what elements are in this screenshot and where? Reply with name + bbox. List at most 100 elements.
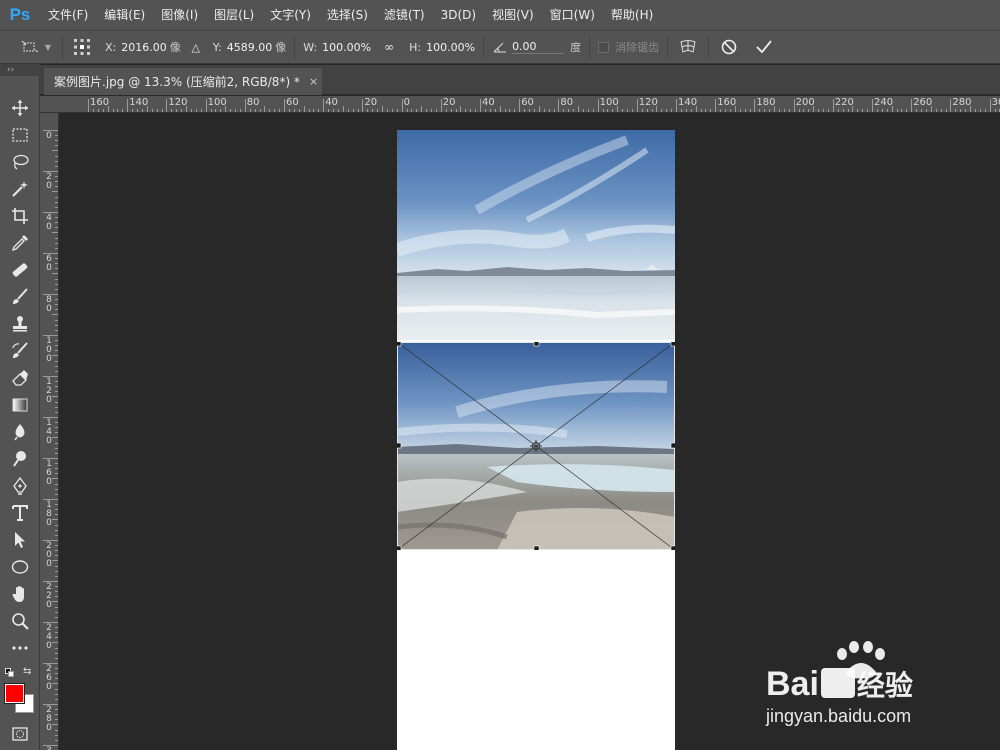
ruler-top-minor-tick (386, 109, 388, 112)
eyedropper-tool-icon[interactable] (7, 231, 33, 255)
lasso-tool-icon[interactable] (7, 150, 33, 174)
x-unit: 像 (169, 41, 181, 54)
marquee-tool-icon[interactable] (7, 123, 33, 147)
ruler-top-major-tick (872, 99, 873, 112)
link-icon[interactable]: ∞ (381, 40, 397, 54)
ruler-top-minor-tick (916, 109, 918, 112)
ruler-left-minor-tick (55, 258, 58, 260)
menu-select[interactable]: 选择(S) (319, 0, 376, 30)
angle-field[interactable]: 0.00 (512, 40, 565, 54)
horizontal-ruler[interactable]: 160 140 120 100 80 60 40 20 0 20 40 60 80 100 120 140 16… (40, 96, 1000, 113)
document-canvas[interactable] (397, 130, 675, 750)
quick-mask-icon[interactable] (7, 722, 33, 746)
default-colors-icon[interactable] (5, 668, 15, 678)
ruler-left-minor-tick (55, 263, 58, 265)
commit-transform-icon[interactable] (749, 39, 779, 55)
ruler-left-minor-tick (52, 191, 58, 193)
brush-tool-icon[interactable] (7, 285, 33, 309)
crop-tool-icon[interactable] (7, 204, 33, 228)
ruler-left-minor-tick (55, 468, 58, 470)
magic-wand-tool-icon[interactable] (7, 177, 33, 201)
ruler-top-minor-tick (813, 106, 815, 112)
menu-help[interactable]: 帮助(H) (603, 0, 661, 30)
dodge-tool-icon[interactable] (7, 447, 33, 471)
ruler-top-minor-tick (641, 109, 643, 112)
toolbar-collapse-handle[interactable]: ›› (0, 64, 40, 76)
ruler-top-minor-tick (994, 109, 996, 112)
ruler-top-minor-tick (607, 109, 609, 112)
clone-stamp-tool-icon[interactable] (7, 312, 33, 336)
ruler-left-minor-tick (52, 396, 58, 398)
pen-tool-icon[interactable] (7, 474, 33, 498)
ruler-top-minor-tick (778, 109, 780, 112)
tools-panel: ⇆ (0, 76, 40, 750)
vertical-ruler[interactable]: 0204060801001201401601802002202402602803… (40, 113, 59, 750)
ruler-top-minor-tick (568, 109, 570, 112)
h-field[interactable]: 100.00% (426, 41, 475, 54)
dropdown-arrow-icon[interactable]: ▼ (42, 43, 54, 52)
ruler-top-minor-tick (788, 109, 790, 112)
ruler-top-label: 60 (286, 97, 299, 108)
ruler-top-minor-tick (333, 109, 334, 112)
y-field[interactable]: 4589.00 (227, 41, 273, 54)
menu-view[interactable]: 视图(V) (484, 0, 542, 30)
path-selection-tool-icon[interactable] (7, 528, 33, 552)
close-icon[interactable]: × (309, 75, 318, 88)
delta-icon[interactable]: △ (189, 41, 203, 54)
healing-brush-tool-icon[interactable] (7, 258, 33, 282)
ruler-top-minor-tick (622, 109, 624, 112)
foreground-color-swatch[interactable] (4, 683, 25, 704)
ruler-left-minor-tick (55, 201, 58, 203)
ruler-left-minor-tick (55, 739, 58, 741)
ruler-top-minor-tick (661, 109, 663, 112)
document-tab[interactable]: 案例图片.jpg @ 13.3% (压缩前2, RGB/8*) * × (44, 68, 322, 95)
ruler-left-minor-tick (52, 355, 58, 357)
menu-edit[interactable]: 编辑(E) (96, 0, 153, 30)
w-field[interactable]: 100.00% (322, 41, 371, 54)
ruler-top-major-tick (558, 99, 560, 112)
ruler-top-major-tick (519, 99, 521, 112)
ruler-left-minor-tick (55, 719, 58, 721)
ruler-left-minor-tick (55, 350, 58, 352)
zoom-tool-icon[interactable] (7, 609, 33, 633)
ruler-top-minor-tick (935, 109, 937, 112)
swap-colors-icon[interactable]: ⇆ (23, 666, 31, 677)
ruler-left-minor-tick (55, 186, 58, 188)
hand-tool-icon[interactable] (7, 582, 33, 606)
menu-3d[interactable]: 3D(D) (433, 0, 484, 30)
blur-tool-icon[interactable] (7, 420, 33, 444)
history-brush-tool-icon[interactable] (7, 339, 33, 363)
menu-filter[interactable]: 滤镜(T) (376, 0, 433, 30)
reference-point-icon[interactable] (71, 38, 93, 56)
warp-icon[interactable] (676, 39, 700, 55)
antialias-checkbox[interactable] (598, 41, 610, 53)
gradient-tool-icon[interactable] (7, 393, 33, 417)
ruler-left-major-tick (43, 704, 58, 705)
ruler-top-minor-tick (930, 106, 932, 112)
menu-type[interactable]: 文字(Y) (262, 0, 319, 30)
ruler-top-minor-tick (720, 109, 722, 112)
type-tool-icon[interactable] (7, 501, 33, 525)
transform-bounding-box[interactable] (397, 342, 675, 550)
ruler-left-minor-tick (55, 227, 58, 229)
ruler-left-minor-tick (55, 714, 58, 716)
more-tools-icon[interactable] (7, 636, 33, 660)
ellipse-tool-icon[interactable] (7, 555, 33, 579)
menu-image[interactable]: 图像(I) (153, 0, 206, 30)
menu-layer[interactable]: 图层(L) (206, 0, 262, 30)
photoshop-logo: Ps (9, 5, 31, 24)
menu-file[interactable]: 文件(F) (40, 0, 96, 30)
cancel-transform-icon[interactable] (717, 39, 741, 55)
baidu-jingyan-watermark: Bai 经验 jingyan.baidu.com (766, 640, 946, 730)
ruler-top-minor-tick (837, 109, 839, 112)
eraser-tool-icon[interactable] (7, 366, 33, 390)
ruler-top-minor-tick (774, 106, 775, 112)
ruler-left-minor-tick (55, 401, 58, 403)
x-field[interactable]: 2016.00 (121, 41, 167, 54)
ruler-left-minor-tick (55, 304, 58, 306)
ruler-left-minor-tick (55, 729, 58, 731)
ruler-left-minor-tick (55, 550, 58, 552)
move-tool-icon[interactable] (7, 96, 33, 120)
menu-window[interactable]: 窗口(W) (542, 0, 603, 30)
transform-tool-icon[interactable] (18, 40, 42, 54)
